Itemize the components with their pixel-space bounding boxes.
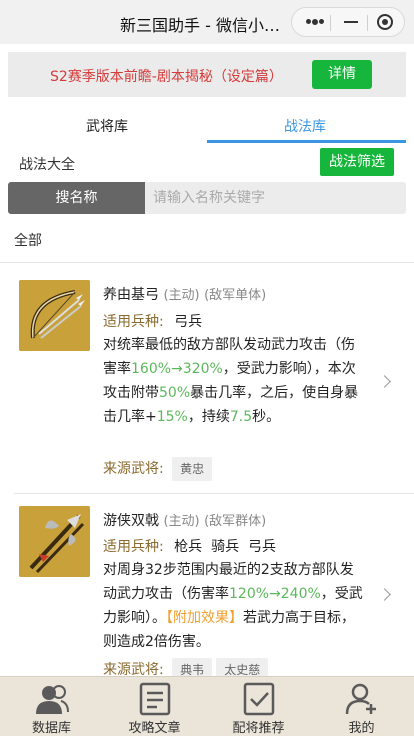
search-mode-tag[interactable]: 搜名称 xyxy=(8,182,145,214)
skill-name: 游侠双戟 xyxy=(103,513,159,529)
nav-label: 配将推荐 xyxy=(232,721,285,736)
skill-name: 养由基弓 xyxy=(103,287,159,303)
title-bar: 新三国助手 - 微信小程序 xyxy=(0,0,414,44)
chevron-right-icon xyxy=(378,588,391,601)
skill-title-line: 游侠双戟 (主动) (敌军群体) xyxy=(103,510,266,530)
troops-label: 适用兵种: xyxy=(103,539,164,555)
description-segment: 秒。 xyxy=(252,409,281,425)
checkbox-icon xyxy=(243,682,275,716)
minimize-icon[interactable] xyxy=(344,21,358,23)
source-label: 来源武将: xyxy=(103,461,164,477)
skill-card[interactable]: 养由基弓 (主动) (敌军单体) 适用兵种: 弓兵 对统率最低的敌方部队发动武力… xyxy=(0,263,414,493)
chevron-right-icon xyxy=(378,375,391,388)
user-add-icon xyxy=(345,683,376,715)
nav-profile[interactable]: 我的 xyxy=(310,677,413,736)
nav-recommendations[interactable]: 配将推荐 xyxy=(207,677,310,736)
app-root: 新三国助手 - 微信小程序 S2赛季版本前瞻-剧本揭秘（设定篇） 详情 武将库 … xyxy=(0,0,414,736)
halberd-icon xyxy=(19,506,90,577)
section-title: 战法大全 xyxy=(19,157,75,173)
skill-target: (敌军单体) xyxy=(204,288,267,303)
capsule-divider xyxy=(330,15,331,31)
nav-label: 攻略文章 xyxy=(128,721,181,736)
details-button[interactable]: 详情 xyxy=(312,60,372,89)
tab-generals[interactable]: 武将库 xyxy=(86,116,128,136)
troops-value: 枪兵 骑兵 弓兵 xyxy=(174,539,276,555)
library-tabs: 武将库 战法库 xyxy=(0,108,414,144)
search-input[interactable] xyxy=(153,182,403,214)
description-segment: ，持续 xyxy=(187,409,230,425)
close-icon[interactable] xyxy=(377,14,393,30)
description-segment: 【附加效果】 xyxy=(166,610,243,626)
description-segment: 120%→240% xyxy=(229,586,321,602)
skill-description: 对统率最低的敌方部队发动武力攻击（伤害率160%→320%，受武力影响），本次攻… xyxy=(103,333,365,429)
skill-card[interactable]: 游侠双戟 (主动) (敌军群体) 适用兵种: 枪兵 骑兵 弓兵 对周身32步范围… xyxy=(0,494,414,682)
description-segment: 7.5 xyxy=(229,409,253,425)
current-filter[interactable]: 全部 xyxy=(14,230,42,250)
window-title: 新三国助手 - 微信小程序 xyxy=(120,16,285,35)
description-segment: 160%→320% xyxy=(131,361,223,377)
mini-program-capsule xyxy=(291,7,405,37)
troops-value: 弓兵 xyxy=(174,314,203,330)
skill-title-line: 养由基弓 (主动) (敌军单体) xyxy=(103,284,266,304)
skill-type: (主动) xyxy=(163,514,200,529)
skill-description: 对周身32步范围内最近的2支敌方部队发动武力攻击（伤害率120%→240%，受武… xyxy=(103,558,365,654)
announcement-banner: S2赛季版本前瞻-剧本揭秘（设定篇） 详情 xyxy=(8,52,406,97)
bow-icon xyxy=(19,280,90,351)
source-general-chip[interactable]: 黄忠 xyxy=(172,457,213,481)
source-generals: 黄忠 xyxy=(168,457,213,481)
tab-skills[interactable]: 战法库 xyxy=(284,116,326,136)
troops-label: 适用兵种: xyxy=(103,314,164,330)
description-segment: 15% xyxy=(156,409,188,425)
skill-filter-button[interactable]: 战法筛选 xyxy=(320,148,394,176)
active-tab-indicator xyxy=(207,140,406,143)
troops-line: 适用兵种: 枪兵 骑兵 弓兵 xyxy=(103,536,276,556)
nav-label: 数据库 xyxy=(31,721,71,736)
more-icon[interactable] xyxy=(306,17,324,27)
skill-type: (主动) xyxy=(163,288,200,303)
troops-line: 适用兵种: 弓兵 xyxy=(103,311,202,331)
search-bar: 搜名称 xyxy=(8,182,406,214)
bottom-navigation: 数据库 攻略文章 配将推荐 我的 xyxy=(0,676,414,736)
users-icon xyxy=(36,685,69,714)
source-line: 来源武将: 黄忠 xyxy=(103,457,213,481)
description-segment: 50% xyxy=(159,385,191,401)
banner-text[interactable]: S2赛季版本前瞻-剧本揭秘（设定篇） xyxy=(50,66,283,86)
nav-database[interactable]: 数据库 xyxy=(0,677,103,736)
nav-articles[interactable]: 攻略文章 xyxy=(103,677,206,736)
article-icon xyxy=(139,682,171,716)
capsule-divider xyxy=(367,15,368,31)
nav-label: 我的 xyxy=(348,721,375,736)
skill-target: (敌军群体) xyxy=(204,514,267,529)
